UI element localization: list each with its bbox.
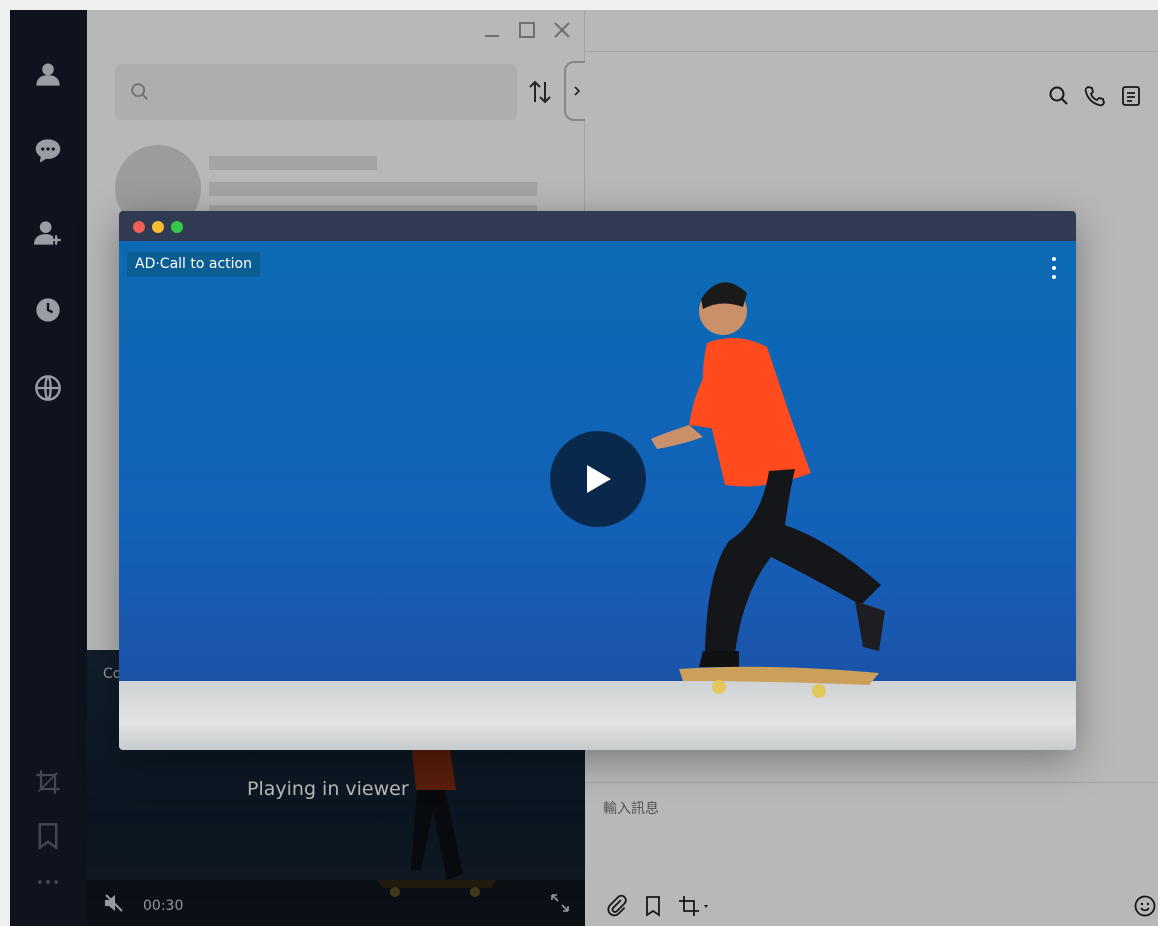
viewer-close-button[interactable] — [133, 221, 145, 233]
viewer-titlebar[interactable] — [119, 211, 1076, 241]
skateboarder-figure — [651, 282, 885, 698]
video-viewer-window: AD·Call to action — [119, 211, 1076, 750]
play-button[interactable] — [550, 431, 646, 527]
ad-label[interactable]: AD·Call to action — [127, 252, 260, 277]
line-app-window: Co Playing in viewer 00:30 輸入訊息 AD·Call … — [10, 10, 1158, 926]
video-frame[interactable]: AD·Call to action — [119, 241, 1076, 750]
viewer-minimize-button[interactable] — [152, 221, 164, 233]
play-icon — [587, 465, 611, 493]
viewer-zoom-button[interactable] — [171, 221, 183, 233]
ground — [119, 681, 1076, 750]
more-vertical-icon[interactable] — [1049, 255, 1059, 283]
